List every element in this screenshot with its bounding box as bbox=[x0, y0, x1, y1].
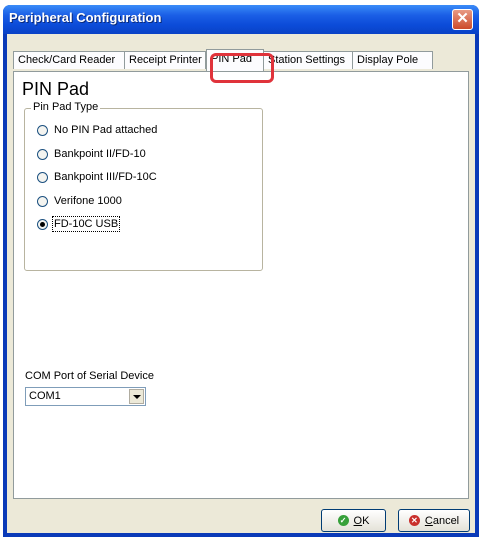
tab-label: Receipt Printer bbox=[129, 54, 202, 66]
ok-button[interactable]: ✓ OK bbox=[321, 509, 386, 532]
radio-label: Bankpoint III/FD-10C bbox=[54, 171, 157, 183]
ok-label: OK bbox=[353, 514, 370, 527]
cancel-button[interactable]: ✕ Cancel bbox=[398, 509, 470, 532]
title-bar[interactable]: Peripheral Configuration ✕ bbox=[3, 5, 479, 34]
dialog-client-area: Check/Card Reader Receipt Printer PIN Pa… bbox=[7, 34, 475, 533]
tab-strip: Check/Card Reader Receipt Printer PIN Pa… bbox=[13, 49, 469, 83]
radio-button[interactable] bbox=[37, 171, 48, 183]
page-title: PIN Pad bbox=[22, 79, 90, 99]
radio-bankpoint-iii[interactable]: Bankpoint III/FD-10C bbox=[37, 170, 157, 184]
radio-label: Verifone 1000 bbox=[54, 195, 122, 207]
com-port-select[interactable]: COM1 bbox=[25, 387, 146, 406]
radio-label: FD-10C USB bbox=[51, 216, 121, 232]
tab-receipt-printer[interactable]: Receipt Printer bbox=[124, 51, 206, 69]
window-title: Peripheral Configuration bbox=[9, 10, 162, 25]
tab-check-card-reader[interactable]: Check/Card Reader bbox=[13, 51, 125, 69]
tab-label: Check/Card Reader bbox=[18, 54, 116, 66]
radio-button[interactable] bbox=[37, 124, 48, 136]
pin-pad-type-group: Pin Pad Type No PIN Pad attached Bankpoi… bbox=[24, 101, 263, 271]
radio-button[interactable] bbox=[37, 195, 48, 207]
radio-bankpoint-ii[interactable]: Bankpoint II/FD-10 bbox=[37, 147, 146, 161]
group-legend: Pin Pad Type bbox=[31, 101, 101, 113]
annotation-highlight bbox=[210, 53, 274, 83]
chevron-down-icon bbox=[132, 394, 141, 399]
radio-button-selected[interactable] bbox=[37, 218, 48, 230]
radio-label: Bankpoint II/FD-10 bbox=[54, 148, 146, 160]
tab-station-settings[interactable]: Station Settings bbox=[263, 51, 353, 69]
cancel-x-icon: ✕ bbox=[408, 515, 420, 526]
radio-fd-10c-usb[interactable]: FD-10C USB bbox=[37, 216, 121, 232]
radio-label: No PIN Pad attached bbox=[54, 124, 158, 136]
radio-no-pin-pad[interactable]: No PIN Pad attached bbox=[37, 123, 157, 137]
com-port-label: COM Port of Serial Device bbox=[25, 370, 154, 382]
tab-label: Station Settings bbox=[268, 54, 346, 66]
com-port-value: COM1 bbox=[29, 390, 61, 402]
tab-label: Display Pole bbox=[357, 54, 419, 66]
cancel-label: Cancel bbox=[424, 514, 460, 527]
tab-panel: PIN Pad Pin Pad Type No PIN Pad attached… bbox=[13, 71, 469, 499]
radio-button[interactable] bbox=[37, 148, 48, 160]
radio-verifone-1000[interactable]: Verifone 1000 bbox=[37, 194, 122, 208]
close-button[interactable]: ✕ bbox=[452, 9, 473, 30]
tab-display-pole[interactable]: Display Pole bbox=[352, 51, 433, 69]
dropdown-arrow-button[interactable] bbox=[129, 389, 144, 404]
peripheral-configuration-window: Peripheral Configuration ✕ Check/Card Re… bbox=[3, 5, 479, 537]
close-icon: ✕ bbox=[456, 10, 469, 27]
checkmark-icon: ✓ bbox=[337, 515, 349, 526]
